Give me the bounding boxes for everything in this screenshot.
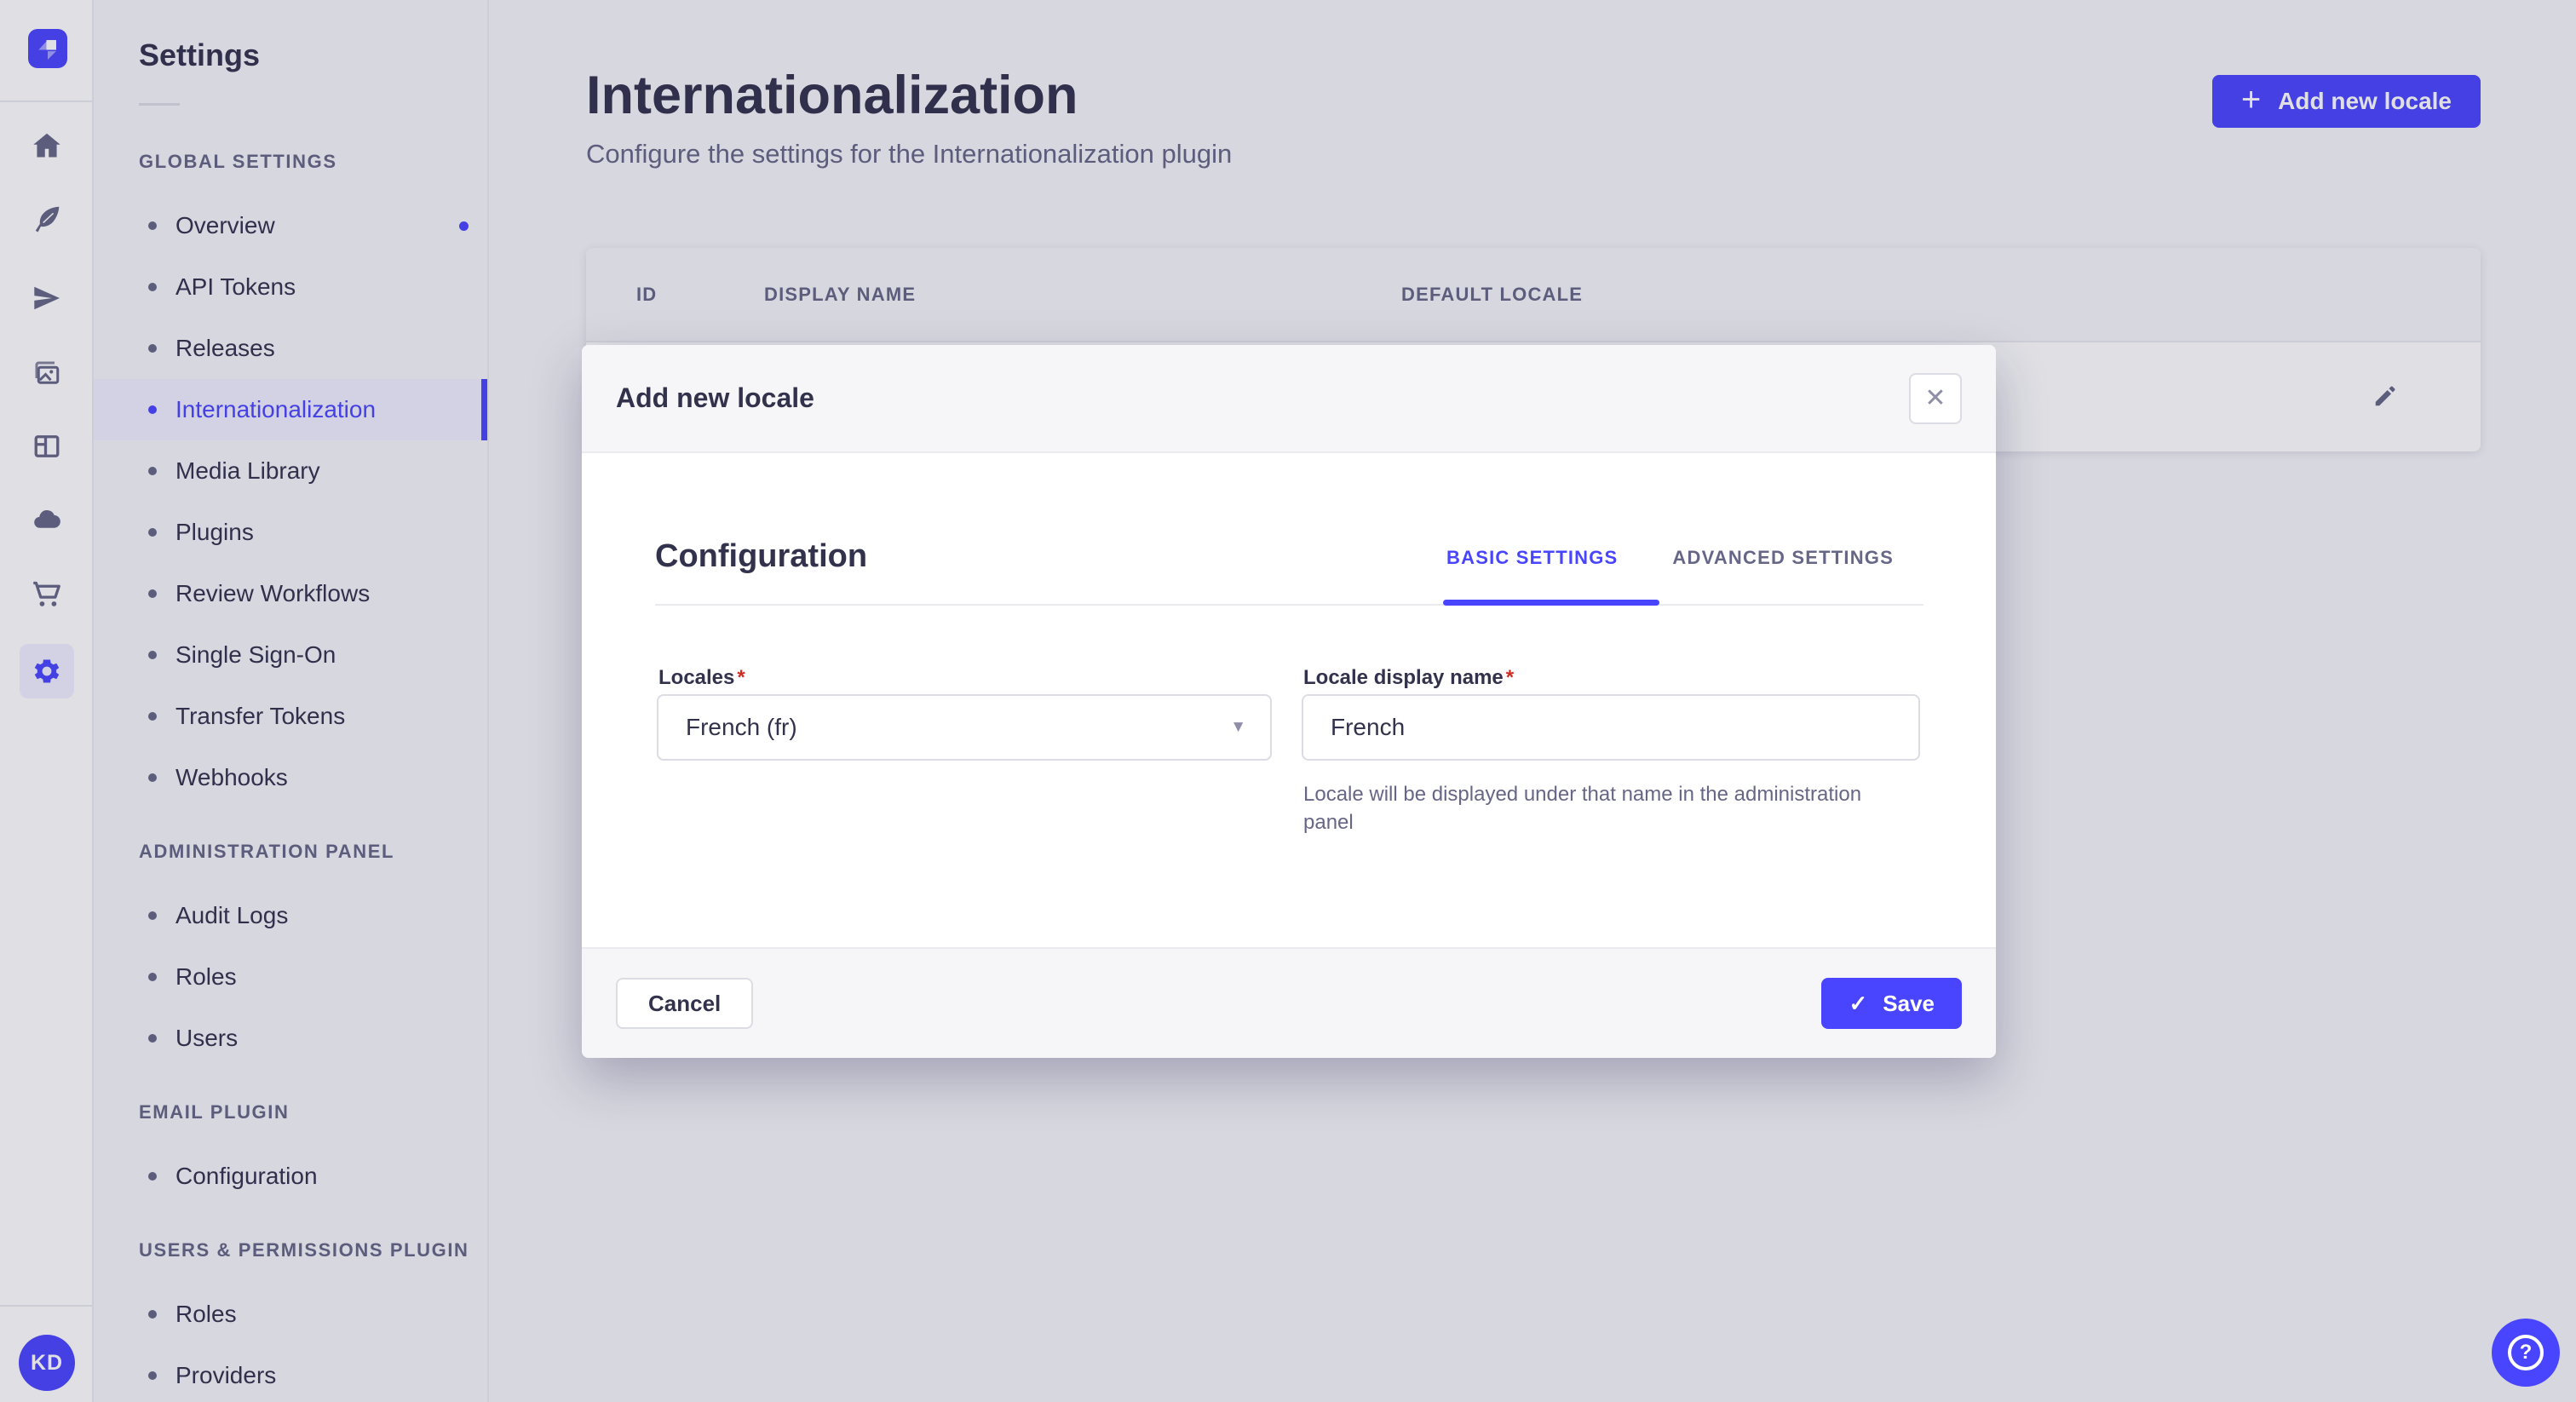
save-label: Save [1883,990,1935,1016]
cancel-button[interactable]: Cancel [616,978,754,1029]
tabs-divider [655,604,1923,606]
add-locale-modal: Add new locale ✕ Configuration BASIC SET… [582,345,1996,1058]
display-name-input[interactable] [1302,694,1920,761]
display-name-help: Locale will be displayed under that name… [1303,783,1862,834]
locales-select-value: French (fr) [686,714,797,740]
tab-basic-settings[interactable]: BASIC SETTINGS [1419,547,1645,569]
active-tab-indicator [1443,600,1659,606]
tab-advanced-settings[interactable]: ADVANCED SETTINGS [1645,547,1921,569]
chevron-down-icon: ▼ [1230,718,1246,736]
save-button[interactable]: ✓ Save [1821,978,1962,1029]
display-name-label: Locale display name [1303,666,1514,690]
modal-footer: Cancel ✓ Save [582,947,1996,1058]
modal-header: Add new locale ✕ [582,345,1996,453]
modal-title: Add new locale [616,382,814,413]
modal-body: Configuration BASIC SETTINGS ADVANCED SE… [582,453,1996,947]
check-icon: ✓ [1849,990,1868,1016]
close-icon[interactable]: ✕ [1909,372,1962,424]
question-mark-icon: ? [2508,1335,2544,1370]
help-button[interactable]: ? [2492,1319,2560,1387]
configuration-heading: Configuration [655,538,868,574]
settings-tabs: BASIC SETTINGS ADVANCED SETTINGS [1419,547,1921,569]
locales-select[interactable]: French (fr) ▼ [657,694,1272,761]
locales-label: Locales [658,666,745,690]
app-root: KD Settings GLOBAL SETTINGS Overview API T… [0,0,2576,1402]
